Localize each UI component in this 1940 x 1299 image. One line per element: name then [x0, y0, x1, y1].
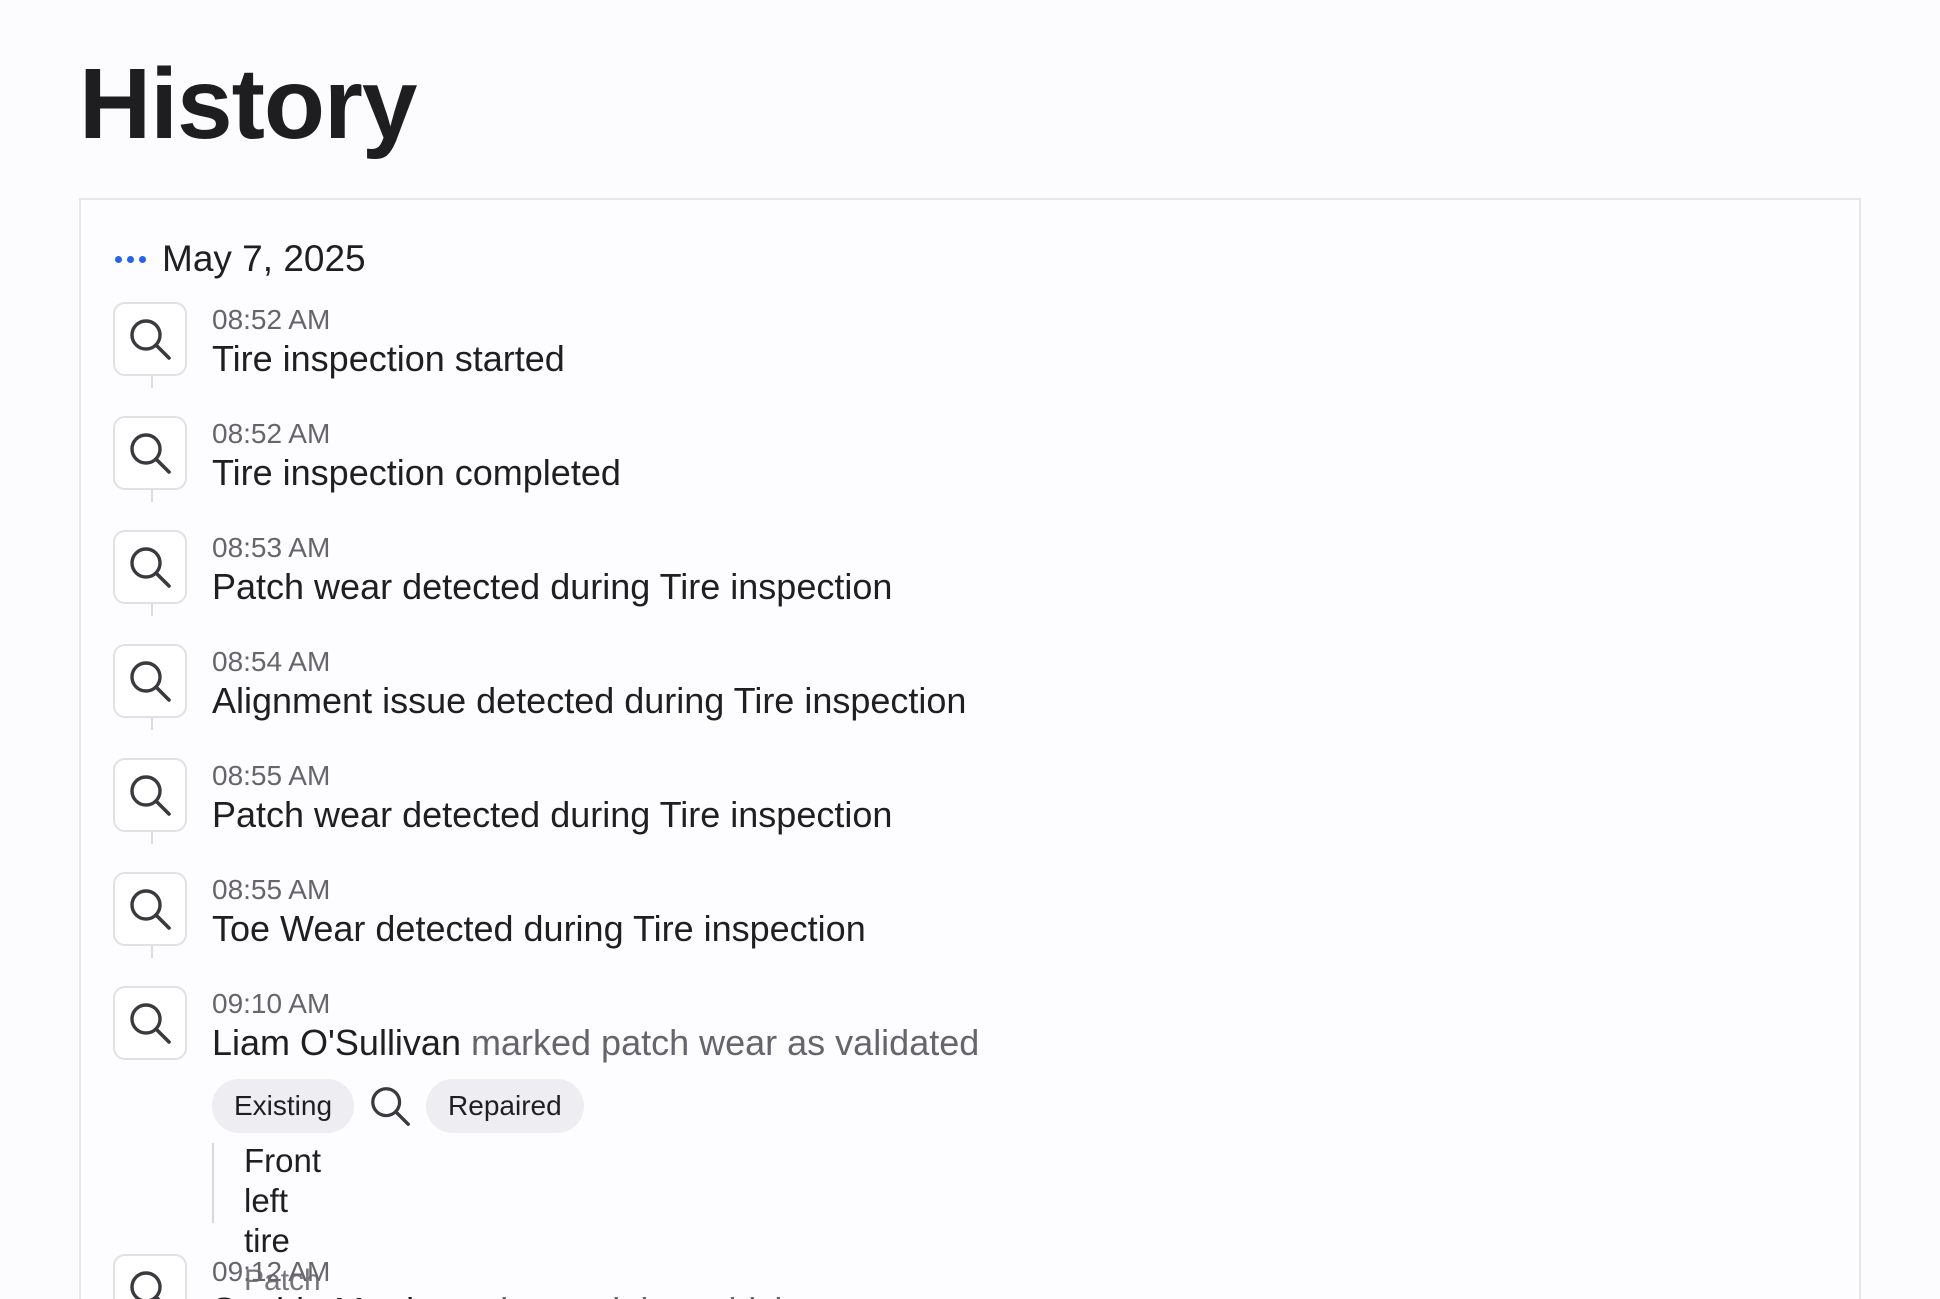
entry-timestamp: 08:54 AM [212, 646, 331, 677]
entry-description: Patch wear detected during Tire inspecti… [212, 794, 893, 835]
status-change: Existing Repaired [212, 1079, 584, 1133]
entry-description: Sophie Martinez changed the vehicle stat… [212, 1290, 908, 1299]
detail-title: Front left tire [244, 1142, 322, 1259]
more-options-icon[interactable] [115, 255, 146, 263]
entry-timestamp: 08:55 AM [212, 874, 331, 905]
status-chip-from: Existing [212, 1079, 355, 1133]
entry-timestamp: 09:10 AM [212, 988, 331, 1019]
status-chip-to: Repaired [426, 1079, 584, 1133]
history-panel: May 7, 2025 08:52 AM Tire inspection sta… [79, 198, 1861, 1299]
search-icon [368, 1084, 412, 1128]
entry-description: Liam O'Sullivan marked patch wear as val… [212, 1022, 979, 1064]
search-icon [113, 758, 187, 832]
entry-description: Patch wear detected during Tire inspecti… [212, 566, 893, 607]
entry-timestamp: 08:52 AM [212, 304, 331, 335]
search-icon [113, 416, 187, 490]
search-icon [113, 986, 187, 1060]
search-icon [113, 1254, 187, 1299]
entry-action: marked patch wear as validated [471, 1022, 980, 1063]
entry-description: Toe Wear detected during Tire inspection [212, 908, 866, 949]
entry-actor[interactable]: Sophie Martinez [212, 1290, 472, 1299]
entry-timestamp: 08:52 AM [212, 418, 331, 449]
search-icon [113, 644, 187, 718]
entry-timestamp: 08:55 AM [212, 760, 331, 791]
entry-timestamp: 09:12 AM [212, 1256, 331, 1287]
search-icon [113, 872, 187, 946]
search-icon [113, 530, 187, 604]
entry-action: changed the vehicle status [482, 1290, 908, 1299]
date-label: May 7, 2025 [162, 238, 366, 279]
search-icon [113, 302, 187, 376]
entry-description: Alignment issue detected during Tire ins… [212, 680, 967, 721]
entry-detail: Front left tire Patch wear [212, 1142, 321, 1297]
entry-description: Tire inspection started [212, 338, 565, 379]
entry-actor[interactable]: Liam O'Sullivan [212, 1022, 461, 1063]
date-group-header: May 7, 2025 [115, 234, 366, 284]
history-page: History May 7, 2025 08:52 AM Tire inspec… [0, 0, 1940, 1299]
entry-description: Tire inspection completed [212, 452, 621, 493]
entry-timestamp: 08:53 AM [212, 532, 331, 563]
page-title: History [79, 48, 418, 160]
